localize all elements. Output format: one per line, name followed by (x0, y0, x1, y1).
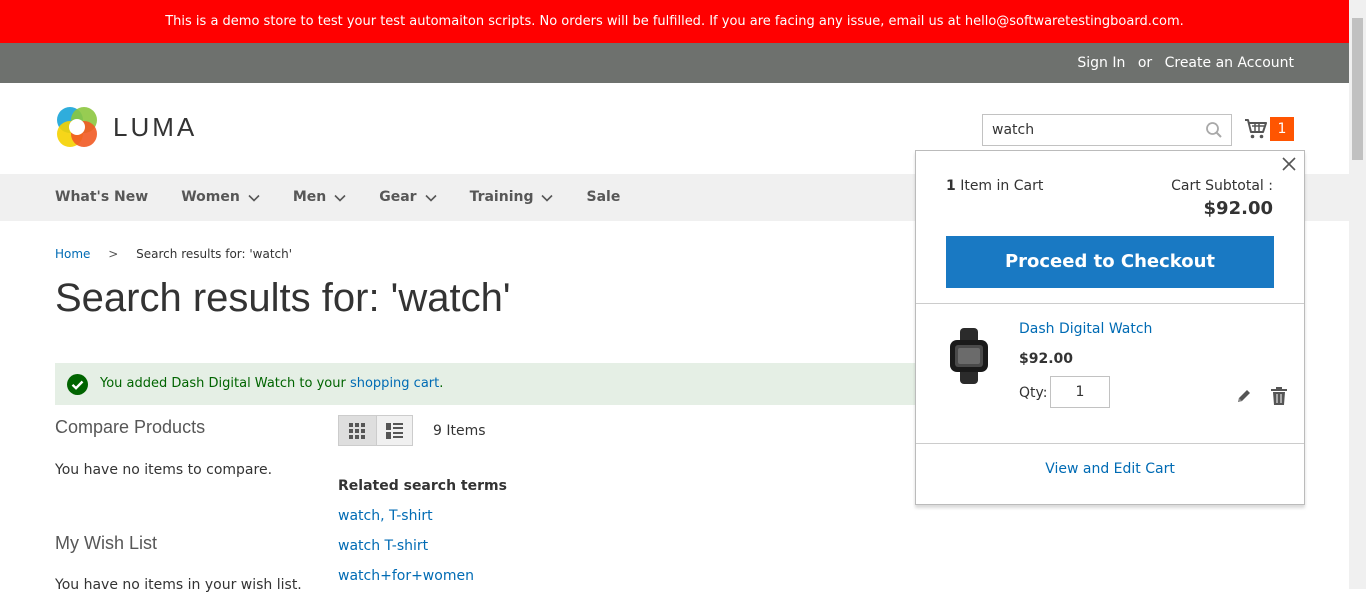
chevron-down-icon (424, 194, 437, 202)
minicart-button[interactable]: 1 (1244, 117, 1296, 143)
nav-item-men[interactable]: Men (293, 174, 346, 221)
panel-header: Sign In or Create an Account (0, 43, 1349, 83)
page-scrollbar[interactable] (1349, 0, 1366, 589)
related-term-link[interactable]: watch, T-shirt (338, 508, 433, 524)
nav-item-sale[interactable]: Sale (586, 174, 620, 221)
luma-logo-icon (57, 107, 97, 147)
create-account-link[interactable]: Create an Account (1165, 55, 1294, 71)
page-title: Search results for: 'watch' (55, 276, 511, 320)
qty-input[interactable] (1050, 376, 1110, 408)
product-price: $92.00 (1019, 351, 1074, 367)
demo-notice-bar: This is a demo store to test your test a… (0, 0, 1349, 43)
chevron-down-icon (334, 194, 346, 202)
related-search-title: Related search terms (338, 478, 507, 494)
nav-item-label: Sale (586, 189, 621, 205)
nav-item-label: Men (292, 189, 327, 205)
edit-pencil-icon[interactable] (1236, 388, 1252, 404)
header-links: Sign In or Create an Account (1077, 43, 1294, 83)
logo-text: LUMA (113, 111, 198, 142)
grid-icon (349, 422, 366, 439)
nav-item-training[interactable]: Training (470, 174, 554, 221)
search-box (982, 114, 1232, 146)
scrollbar-thumb[interactable] (1352, 18, 1363, 160)
list-view-button[interactable] (375, 416, 412, 445)
cart-items-label: Item in Cart (955, 178, 1044, 194)
related-term-link[interactable]: watch T-shirt (338, 538, 428, 554)
or-text: or (1137, 55, 1153, 71)
message-prefix: You added Dash Digital Watch to your (100, 376, 350, 391)
minicart-dropdown: 1 Item in Cart Cart Subtotal : $92.00 Pr… (915, 150, 1305, 505)
product-name-link[interactable]: Dash Digital Watch (1019, 321, 1152, 337)
success-check-icon (67, 374, 88, 395)
view-and-edit-cart-link[interactable]: View and Edit Cart (916, 461, 1304, 477)
qty-label: Qty: (1019, 385, 1048, 401)
cart-items-number: 1 (946, 178, 956, 194)
chevron-down-icon (541, 194, 554, 202)
dash-digital-watch-thumbnail[interactable] (946, 328, 992, 384)
cart-subtotal-label: Cart Subtotal : (1171, 178, 1273, 194)
breadcrumb: Home > Search results for: 'watch' (55, 247, 292, 261)
message-suffix: . (439, 376, 444, 391)
items-count: 9 Items (433, 423, 486, 439)
cart-icon (1245, 119, 1267, 139)
close-icon[interactable] (1280, 155, 1298, 173)
related-term-link[interactable]: watch+for+women (338, 568, 474, 584)
breadcrumb-current: Search results for: 'watch' (136, 247, 293, 261)
sign-in-link[interactable]: Sign In (1077, 55, 1125, 71)
cart-counter-badge: 1 (1270, 117, 1294, 141)
divider (916, 443, 1304, 444)
nav-item-gear[interactable]: Gear (379, 174, 437, 221)
search-input[interactable] (983, 115, 1193, 145)
compare-products-title: Compare Products (55, 417, 206, 437)
nav-item-label: Training (469, 189, 534, 205)
shopping-cart-link[interactable]: shopping cart (350, 376, 439, 391)
luma-logo[interactable]: LUMA (55, 105, 197, 149)
nav-item-women[interactable]: Women (181, 174, 260, 221)
cart-subtotal-value: $92.00 (1203, 198, 1273, 219)
nav-item-label: Gear (379, 189, 417, 205)
success-message: You added Dash Digital Watch to your sho… (55, 363, 935, 405)
divider (916, 303, 1304, 304)
trash-icon[interactable] (1271, 387, 1287, 405)
view-mode-switcher (338, 415, 413, 446)
grid-view-button[interactable] (339, 416, 376, 445)
nav-item-label: What's New (55, 189, 149, 205)
wishlist-title: My Wish List (55, 533, 158, 553)
breadcrumb-separator-icon: > (108, 247, 119, 261)
demo-notice-text: This is a demo store to test your test a… (165, 14, 1184, 29)
list-icon (385, 422, 403, 439)
breadcrumb-home[interactable]: Home (55, 247, 90, 261)
nav-item-what-s-new[interactable]: What's New (55, 174, 148, 221)
wishlist-empty-text: You have no items in your wish list. (55, 577, 302, 593)
compare-empty-text: You have no items to compare. (55, 462, 273, 478)
cart-items-count: 1 Item in Cart (946, 178, 1043, 194)
search-icon[interactable] (1205, 121, 1223, 139)
chevron-down-icon (248, 194, 260, 202)
nav-item-label: Women (181, 189, 240, 205)
proceed-to-checkout-button[interactable]: Proceed to Checkout (946, 236, 1274, 288)
nav-list: What's New Women Men Gear Training Sale (55, 174, 653, 221)
